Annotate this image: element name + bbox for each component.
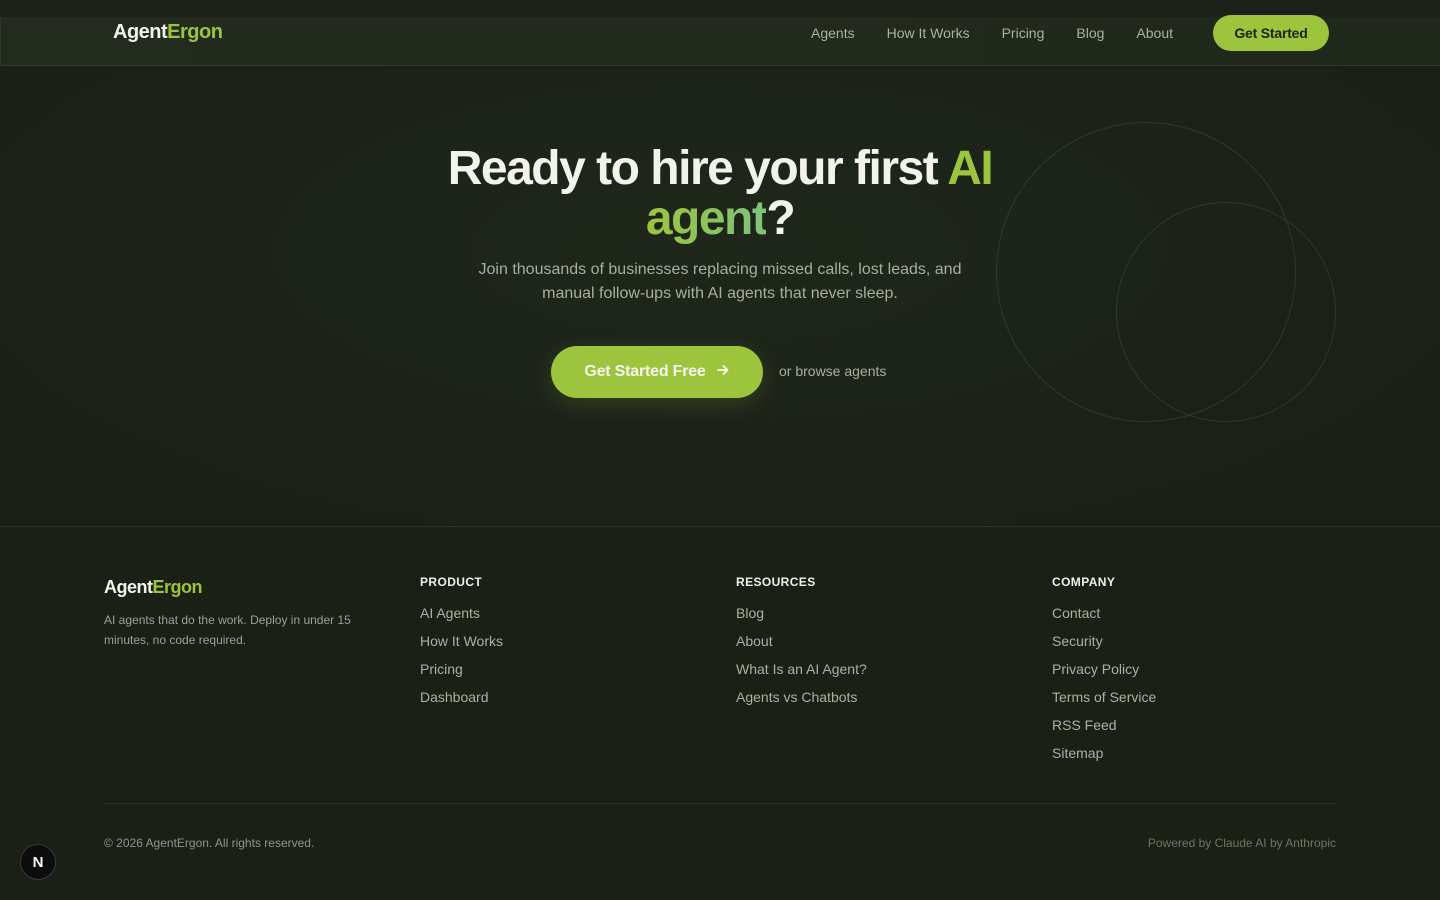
footer-link-what-is-ai-agent[interactable]: What Is an AI Agent? [736, 655, 867, 683]
nav-link-agents[interactable]: Agents [811, 25, 855, 41]
footer-link-pricing[interactable]: Pricing [420, 655, 503, 683]
footer-link-security[interactable]: Security [1052, 627, 1156, 655]
footer-tagline: AI agents that do the work. Deploy in un… [104, 613, 351, 647]
footer-logo-text-agent: Agent [104, 577, 153, 597]
footer-link-contact[interactable]: Contact [1052, 599, 1156, 627]
brand-logo[interactable]: AgentErgon [113, 21, 223, 44]
browse-agents-link[interactable]: or browse agents [779, 363, 886, 379]
footer-divider [104, 803, 1336, 804]
cta-label: Get Started Free [584, 363, 706, 380]
footer-link-sitemap[interactable]: Sitemap [1052, 739, 1156, 767]
nav-link-blog[interactable]: Blog [1076, 25, 1104, 41]
hero-headline: Ready to hire your first AI agent? [0, 144, 1440, 244]
footer-link-privacy-policy[interactable]: Privacy Policy [1052, 655, 1156, 683]
footer-link-terms-of-service[interactable]: Terms of Service [1052, 683, 1156, 711]
footer-link-blog[interactable]: Blog [736, 599, 867, 627]
footer-link-dashboard[interactable]: Dashboard [420, 683, 503, 711]
hero-subtitle: Join thousands of businesses replacing m… [478, 261, 962, 302]
nextjs-badge-letter: N [32, 853, 44, 871]
footer-link-ai-agents[interactable]: AI Agents [420, 599, 503, 627]
nextjs-icon[interactable]: N [20, 844, 56, 880]
get-started-button[interactable]: Get Started [1213, 15, 1329, 51]
footer-column-resources: RESOURCES Blog About What Is an AI Agent… [736, 575, 867, 711]
headline-main-text: Ready to hire your first [447, 142, 948, 195]
get-started-free-button[interactable]: Get Started Free [551, 346, 763, 398]
hero-section: Ready to hire your first AI agent? Join … [0, 66, 1440, 527]
nav-link-about[interactable]: About [1136, 25, 1173, 41]
footer-logo-text-ergon: Ergon [152, 577, 203, 597]
navbar: AgentErgon Agents How It Works Pricing B… [0, 15, 1440, 66]
footer-column-company: COMPANY Contact Security Privacy Policy … [1052, 575, 1156, 767]
logo-text-agent: Agent [113, 21, 168, 43]
footer-heading-resources: RESOURCES [736, 575, 816, 589]
footer-column-product: PRODUCT AI Agents How It Works Pricing D… [420, 575, 503, 711]
arrow-right-icon [716, 363, 730, 382]
footer-heading-company: COMPANY [1052, 575, 1116, 589]
headline-accent-ai: AI [947, 142, 994, 195]
headline-accent-agent: agent [645, 192, 768, 245]
footer-heading-product: PRODUCT [420, 575, 483, 589]
nav-link-pricing[interactable]: Pricing [1002, 25, 1045, 41]
footer-link-rss-feed[interactable]: RSS Feed [1052, 711, 1156, 739]
footer-link-how-it-works[interactable]: How It Works [420, 627, 503, 655]
logo-text-ergon: Ergon [167, 21, 223, 43]
nav-links: Agents How It Works Pricing Blog About [811, 25, 1205, 41]
copyright-text: © 2026 AgentErgon. All rights reserved. [104, 836, 315, 850]
powered-by-text: Powered by Claude AI by Anthropic [1147, 836, 1336, 850]
footer-link-about[interactable]: About [736, 627, 867, 655]
headline-question-mark: ? [766, 192, 795, 245]
footer-link-agents-vs-chatbots[interactable]: Agents vs Chatbots [736, 683, 867, 711]
footer-logo[interactable]: AgentErgon [104, 577, 202, 598]
nav-link-how-it-works[interactable]: How It Works [887, 25, 970, 41]
